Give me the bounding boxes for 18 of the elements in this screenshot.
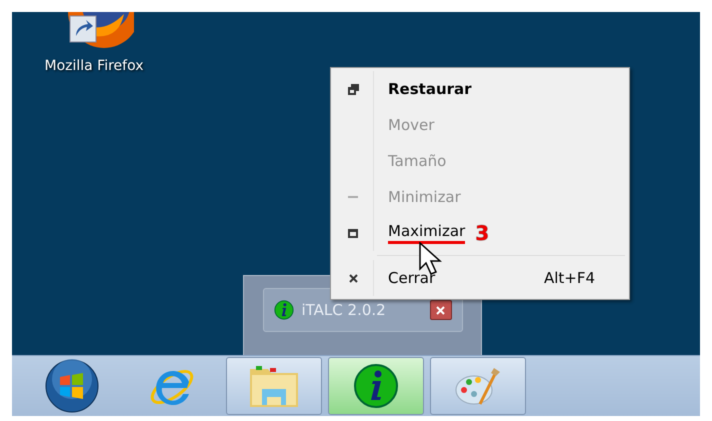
menu-item[interactable]: Restaurar	[388, 80, 472, 98]
restore-icon	[348, 84, 358, 94]
shortcut-label: Alt+F4	[544, 269, 595, 287]
menu-item[interactable]: Maximizar	[388, 222, 466, 244]
folder-icon	[248, 363, 300, 410]
icon-label: Mozilla Firefox	[44, 58, 144, 74]
preview-title: iTALC 2.0.2	[302, 301, 387, 319]
minimize-icon	[348, 196, 358, 198]
close-icon	[348, 274, 358, 282]
close-button[interactable]	[430, 300, 452, 320]
start-orb-icon	[45, 359, 99, 414]
maximize-icon	[348, 228, 358, 238]
taskbar-button[interactable]	[328, 357, 424, 416]
annotation-number: 3	[475, 221, 490, 245]
info-icon	[274, 300, 294, 320]
close-icon	[436, 306, 445, 314]
info-icon	[353, 363, 399, 410]
menu-item[interactable]: Cerrar	[388, 269, 436, 287]
